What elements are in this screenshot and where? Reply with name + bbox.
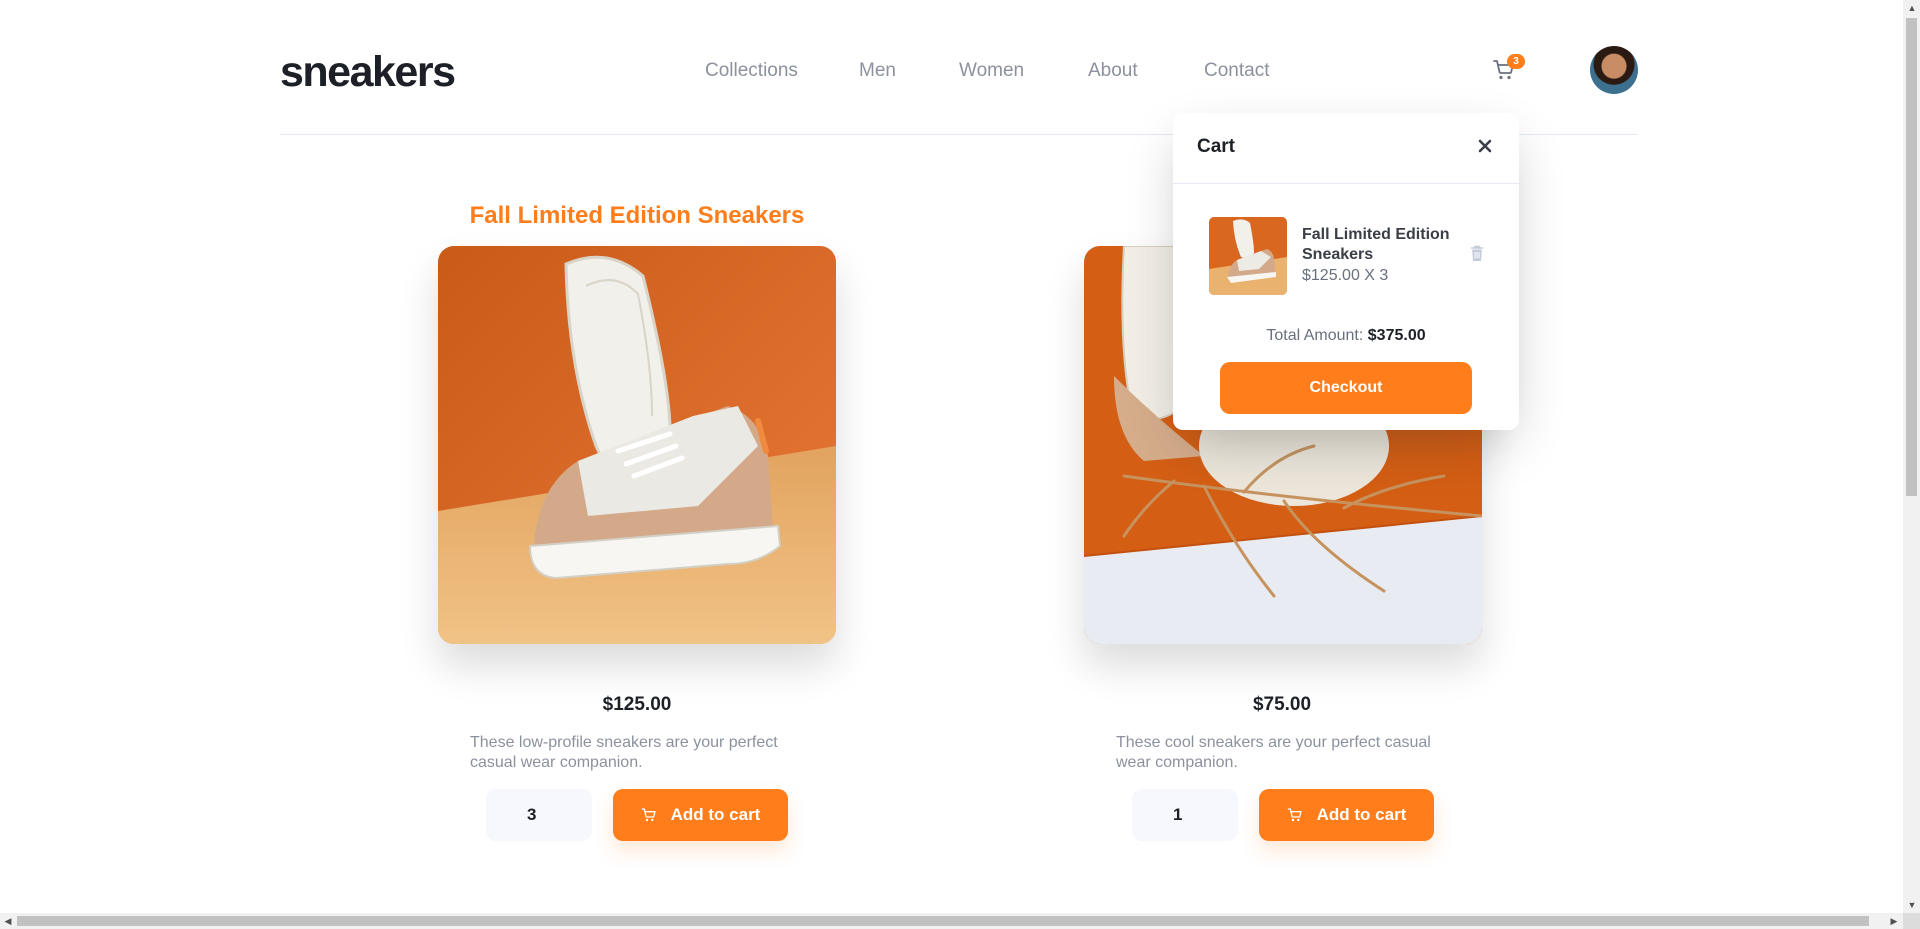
product-title: Fall Limited Edition Sneakers xyxy=(469,202,805,229)
trash-icon xyxy=(1471,245,1483,261)
cart-popup: Cart Fall Limited Edition Sneakers $125.… xyxy=(1173,113,1519,430)
scroll-down-arrow-icon[interactable]: ▼ xyxy=(1904,897,1920,913)
add-to-cart-button[interactable]: Add to cart xyxy=(613,789,788,841)
cart-total: Total Amount: $375.00 xyxy=(1173,326,1519,346)
close-icon xyxy=(1478,139,1492,153)
scroll-left-arrow-icon[interactable]: ◀ xyxy=(0,913,16,929)
product-price: $125.00 xyxy=(602,694,672,715)
cart-item-thumbnail xyxy=(1209,217,1287,295)
nav-contact[interactable]: Contact xyxy=(1204,58,1269,84)
nav-about[interactable]: About xyxy=(1088,58,1138,84)
nav-men[interactable]: Men xyxy=(859,58,896,84)
horizontal-scroll-thumb[interactable] xyxy=(17,916,1869,926)
cart-divider xyxy=(1173,183,1519,184)
nav-women[interactable]: Women xyxy=(959,58,1024,84)
add-to-cart-label: Add to cart xyxy=(1316,805,1407,824)
cart-icon xyxy=(641,808,656,822)
logo[interactable]: sneakers xyxy=(280,44,456,100)
vertical-scroll-thumb[interactable] xyxy=(1906,18,1917,496)
quantity-input[interactable]: 3 xyxy=(486,789,592,841)
cart-item-price: $125.00 X 3 xyxy=(1302,267,1389,284)
nav-collections[interactable]: Collections xyxy=(705,58,798,84)
product-description: These low-profile sneakers are your perf… xyxy=(470,734,778,771)
checkout-button[interactable]: Checkout xyxy=(1220,362,1472,414)
cart-icon xyxy=(1287,808,1302,822)
product-price: $75.00 xyxy=(1252,694,1312,715)
scroll-up-arrow-icon[interactable]: ▲ xyxy=(1904,0,1920,16)
quantity-input[interactable]: 1 xyxy=(1132,789,1238,841)
scroll-right-arrow-icon[interactable]: ▶ xyxy=(1886,913,1902,929)
cart-item-name: Fall Limited Edition Sneakers xyxy=(1302,226,1450,263)
add-to-cart-button[interactable]: Add to cart xyxy=(1259,789,1434,841)
total-label: Total Amount: xyxy=(1266,327,1364,344)
cart-title: Cart xyxy=(1197,136,1236,157)
cart-count-badge: 3 xyxy=(1507,54,1525,69)
close-button[interactable] xyxy=(1476,137,1494,155)
total-amount: $375.00 xyxy=(1367,327,1426,344)
product-description: These cool sneakers are your perfect cas… xyxy=(1116,734,1431,771)
delete-item-button[interactable] xyxy=(1470,245,1484,262)
add-to-cart-label: Add to cart xyxy=(670,805,761,824)
avatar[interactable] xyxy=(1590,46,1638,94)
product-image[interactable] xyxy=(438,246,836,644)
scrollbar-corner xyxy=(1903,913,1920,929)
